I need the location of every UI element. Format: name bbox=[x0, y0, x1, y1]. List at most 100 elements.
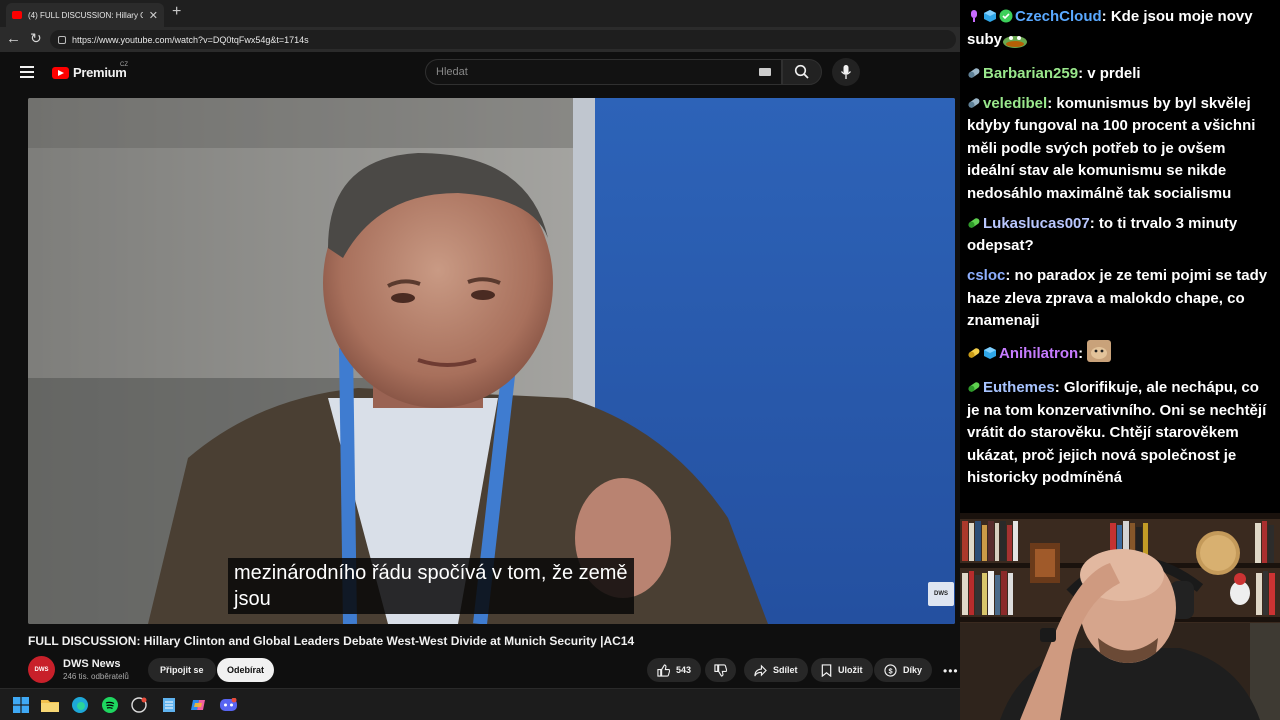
channel-avatar[interactable]: DWS bbox=[28, 656, 55, 683]
video-player[interactable]: mezinárodního řádu spočívá v tom, že zem… bbox=[28, 98, 955, 624]
notepad-icon[interactable] bbox=[160, 696, 178, 714]
webcam-feed bbox=[960, 513, 1280, 720]
chat-message: csloc: no paradox je ze temi pojmi se ta… bbox=[967, 265, 1272, 333]
dislike-button[interactable] bbox=[705, 658, 736, 682]
pill-green-badge-icon bbox=[967, 215, 981, 229]
copilot-icon[interactable] bbox=[189, 696, 207, 714]
search-icon bbox=[794, 64, 809, 79]
country-code: CZ bbox=[120, 62, 128, 68]
back-arrow-icon[interactable]: ← bbox=[6, 30, 21, 47]
subscribe-button[interactable]: Odebírat bbox=[217, 658, 275, 682]
chat-separator: : bbox=[1047, 94, 1057, 112]
chat-message: Lukaslucas007: to ti trvalo 3 minuty ode… bbox=[967, 213, 1272, 258]
share-button[interactable]: Sdílet bbox=[744, 658, 808, 682]
caption-line-2: jsou bbox=[234, 588, 271, 610]
chat-badges bbox=[967, 345, 997, 359]
cat-emote-icon bbox=[1087, 340, 1112, 370]
chat-separator: : bbox=[1089, 214, 1099, 232]
youtube-logo[interactable]: Premium bbox=[52, 65, 127, 80]
youtube-page: Premium CZ Hledat mezinárodního řádu spo… bbox=[0, 52, 960, 688]
browser-tab[interactable]: (4) FULL DISCUSSION: Hillary Clinton and… bbox=[6, 3, 164, 27]
chat-badges bbox=[967, 8, 1013, 23]
chat-separator: : bbox=[1078, 345, 1088, 362]
menu-icon[interactable] bbox=[20, 66, 34, 78]
chat-username[interactable]: csloc bbox=[967, 267, 1005, 284]
site-info-icon[interactable] bbox=[58, 35, 66, 44]
chat-username[interactable]: Euthemes bbox=[983, 379, 1055, 396]
chat-username[interactable]: CzechCloud bbox=[1015, 8, 1102, 25]
more-actions-button[interactable]: ••• bbox=[943, 664, 959, 678]
logo-text: Premium bbox=[73, 65, 127, 80]
gem-badge-icon bbox=[999, 8, 1013, 23]
search-input[interactable] bbox=[436, 66, 759, 78]
chat-username[interactable]: Anihilatron bbox=[999, 345, 1078, 362]
tab-title: (4) FULL DISCUSSION: Hillary Clinton and… bbox=[28, 10, 143, 20]
chat-separator: : bbox=[1005, 267, 1015, 284]
mic-badge-icon bbox=[967, 8, 981, 22]
channel-row: DWS DWS News 246 tis. odběratelů Připoji… bbox=[28, 656, 960, 688]
chat-badges bbox=[967, 379, 981, 393]
bookmark-icon bbox=[821, 663, 832, 677]
voice-search-button[interactable] bbox=[832, 58, 860, 86]
clock-app-icon[interactable] bbox=[130, 696, 148, 714]
chat-message: veledibel: komunismus by byl skvělej kdy… bbox=[967, 93, 1272, 206]
like-button[interactable]: 543 bbox=[647, 658, 702, 682]
svg-text:$: $ bbox=[888, 666, 893, 675]
reload-icon[interactable]: ↻ bbox=[30, 30, 42, 47]
caption-line-1: mezinárodního řádu spočívá v tom, že zem… bbox=[234, 562, 628, 584]
share-label: Sdílet bbox=[773, 665, 798, 675]
taskbar bbox=[0, 688, 960, 720]
microphone-icon bbox=[840, 65, 852, 79]
discord-icon[interactable] bbox=[219, 696, 237, 714]
url-text: https://www.youtube.com/watch?v=DQ0tqFwx… bbox=[72, 34, 309, 45]
edge-browser-icon[interactable] bbox=[71, 696, 89, 714]
windows-start-icon[interactable] bbox=[12, 696, 30, 714]
chat-username[interactable]: Barbarian259 bbox=[983, 65, 1078, 82]
subscriber-count: 246 tis. odběratelů bbox=[63, 672, 129, 681]
chat-text: v prdeli bbox=[1087, 64, 1141, 82]
youtube-favicon-icon bbox=[12, 11, 22, 19]
thanks-icon: $ bbox=[884, 663, 897, 677]
pill-green-badge-icon bbox=[967, 379, 981, 393]
thumbs-down-icon bbox=[714, 663, 727, 677]
chat-username[interactable]: veledibel bbox=[983, 95, 1047, 112]
frog-emote-icon bbox=[1002, 32, 1028, 56]
save-label: Uložit bbox=[838, 665, 863, 675]
address-bar-row: ← ↻ https://www.youtube.com/watch?v=DQ0t… bbox=[0, 27, 960, 52]
thanks-label: Díky bbox=[903, 665, 923, 675]
url-field[interactable]: https://www.youtube.com/watch?v=DQ0tqFwx… bbox=[50, 30, 956, 49]
save-button[interactable]: Uložit bbox=[811, 658, 873, 682]
channel-watermark[interactable]: DWS bbox=[928, 582, 954, 606]
pill-blue-badge-icon bbox=[967, 95, 981, 109]
new-tab-icon[interactable]: + bbox=[172, 3, 181, 21]
keyboard-icon[interactable] bbox=[759, 68, 771, 76]
search-box bbox=[425, 59, 782, 85]
video-frame bbox=[28, 98, 955, 624]
chat-username[interactable]: Lukaslucas007 bbox=[983, 215, 1090, 232]
spotify-icon[interactable] bbox=[101, 696, 119, 714]
pill-blue-badge-icon bbox=[967, 65, 981, 79]
chat-separator: : bbox=[1101, 8, 1111, 25]
close-tab-icon[interactable]: ✕ bbox=[149, 9, 158, 22]
video-title: FULL DISCUSSION: Hillary Clinton and Glo… bbox=[28, 634, 635, 648]
file-explorer-icon[interactable] bbox=[41, 696, 59, 714]
chat-message: Euthemes: Glorifikuje, ale nechápu, co j… bbox=[967, 377, 1272, 490]
share-icon bbox=[754, 664, 767, 676]
join-button[interactable]: Připojit se bbox=[148, 658, 216, 682]
youtube-header: Premium CZ bbox=[0, 52, 960, 92]
like-count: 543 bbox=[676, 665, 692, 675]
chat-badges bbox=[967, 95, 981, 109]
search-button[interactable] bbox=[782, 59, 822, 85]
channel-name[interactable]: DWS News bbox=[63, 658, 120, 670]
browser-tab-bar: (4) FULL DISCUSSION: Hillary Clinton and… bbox=[0, 0, 960, 27]
chat-panel: CzechCloud: Kde jsou moje novy suby Barb… bbox=[960, 0, 1280, 513]
chat-badges bbox=[967, 215, 981, 229]
youtube-play-icon bbox=[52, 66, 69, 79]
screen: (4) FULL DISCUSSION: Hillary Clinton and… bbox=[0, 0, 1280, 720]
thumbs-up-icon bbox=[657, 663, 670, 677]
thanks-button[interactable]: $ Díky bbox=[874, 658, 933, 682]
chat-separator: : bbox=[1054, 379, 1064, 396]
chat-badges bbox=[967, 65, 981, 79]
pill-gold-badge-icon bbox=[967, 345, 981, 359]
cube-badge-icon bbox=[983, 345, 997, 359]
